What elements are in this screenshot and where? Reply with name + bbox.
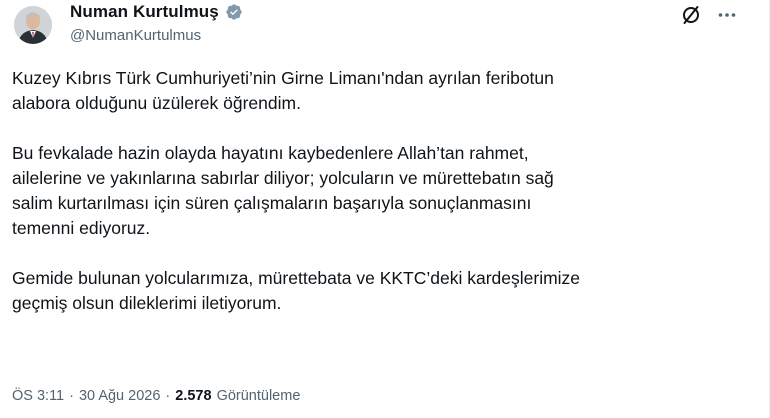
more-dots-icon[interactable] — [716, 4, 738, 26]
meta-separator: · — [69, 388, 74, 404]
post-paragraph-2: Bu fevkalade hazin olayda hayatını kaybe… — [12, 143, 554, 238]
post-card: Numan Kurtulmuş @NumanKurtulmus Kuzey Kı… — [0, 0, 770, 418]
post-paragraph-1: Kuzey Kıbrıs Türk Cumhuriyeti’nin Girne … — [12, 68, 554, 113]
post-paragraph-3: Gemide bulunan yolcularımıza, mürettebat… — [12, 268, 581, 313]
avatar[interactable] — [14, 6, 52, 44]
views-label: Görüntüleme — [216, 388, 301, 404]
post-date[interactable]: 30 Ağu 2026 — [79, 388, 160, 404]
author-name-row: Numan Kurtulmuş — [70, 1, 243, 23]
post-meta: ÖS 3:11 · 30 Ağu 2026 · 2.578 Görüntülem… — [12, 388, 300, 404]
avatar-image — [14, 6, 52, 44]
author-block: Numan Kurtulmuş @NumanKurtulmus — [70, 1, 243, 44]
post-time[interactable]: ÖS 3:11 — [12, 388, 64, 404]
verified-badge-icon — [225, 3, 243, 21]
author-handle[interactable]: @NumanKurtulmus — [70, 27, 243, 44]
post-header: Numan Kurtulmuş @NumanKurtulmus — [10, 0, 750, 56]
grok-slash-icon[interactable] — [680, 4, 702, 26]
header-actions — [680, 4, 738, 26]
views-count[interactable]: 2.578 — [175, 388, 211, 404]
author-display-name[interactable]: Numan Kurtulmuş — [70, 2, 219, 22]
post-text: Kuzey Kıbrıs Türk Cumhuriyeti’nin Girne … — [12, 66, 742, 341]
meta-separator: · — [165, 388, 171, 404]
